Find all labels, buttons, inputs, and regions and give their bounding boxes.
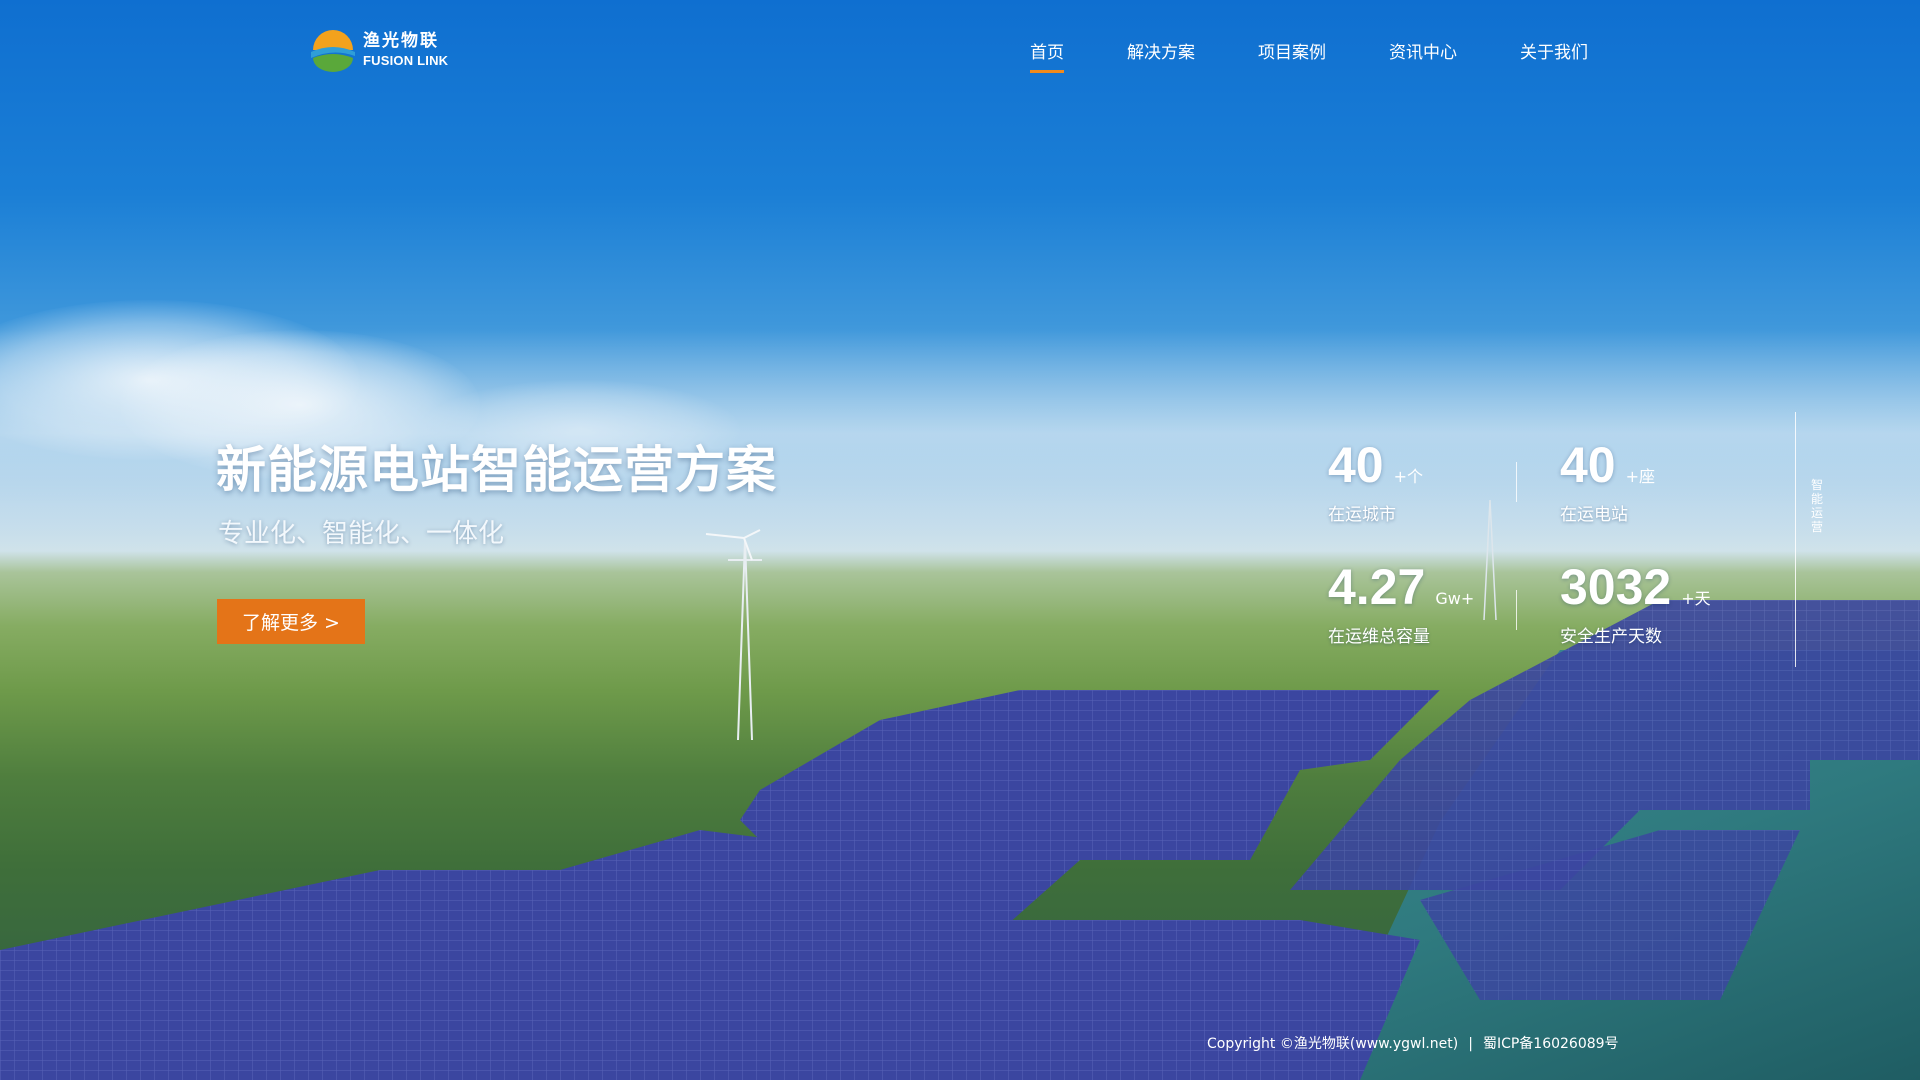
logo-name-en: FUSION LINK bbox=[363, 53, 449, 68]
nav-item-solutions[interactable]: 解决方案 bbox=[1127, 38, 1195, 63]
stat-divider bbox=[1516, 462, 1517, 502]
stat-label: 在运维总容量 bbox=[1328, 627, 1430, 647]
logo-icon bbox=[311, 30, 355, 72]
stat-label: 在运电站 bbox=[1560, 505, 1628, 525]
nav-item-home[interactable]: 首页 bbox=[1030, 38, 1064, 73]
logo-name-cn: 渔光物联 bbox=[363, 31, 439, 51]
side-label: 智能运营 bbox=[1810, 478, 1823, 534]
stat-stations: 40 +座 在运电站 bbox=[1560, 440, 1655, 525]
stat-value: 40 bbox=[1560, 437, 1616, 493]
icp-link[interactable]: 蜀ICP备16026089号 bbox=[1483, 1036, 1619, 1052]
hero-subtitle: 专业化、智能化、一体化 bbox=[218, 519, 505, 549]
hero-title: 新能源电站智能运营方案 bbox=[216, 441, 777, 499]
stat-unit: +天 bbox=[1681, 589, 1711, 608]
stat-label: 安全生产天数 bbox=[1560, 627, 1662, 647]
logo[interactable]: 渔光物联 FUSION LINK bbox=[309, 28, 448, 72]
nav-item-projects[interactable]: 项目案例 bbox=[1258, 38, 1326, 63]
stat-divider bbox=[1516, 590, 1517, 630]
stat-value: 3032 bbox=[1560, 559, 1672, 615]
stat-value: 40 bbox=[1328, 437, 1384, 493]
learn-more-button[interactable]: 了解更多 > bbox=[217, 599, 365, 644]
stat-label: 在运城市 bbox=[1328, 505, 1396, 525]
nav-item-about[interactable]: 关于我们 bbox=[1520, 38, 1588, 63]
main-nav: 首页 解决方案 项目案例 资讯中心 关于我们 bbox=[1030, 38, 1588, 73]
stat-safe-days: 3032 +天 安全生产天数 bbox=[1560, 562, 1711, 647]
side-divider-line bbox=[1795, 412, 1796, 667]
nav-item-news[interactable]: 资讯中心 bbox=[1389, 38, 1457, 63]
stat-unit: +座 bbox=[1625, 467, 1656, 486]
copyright-text: Copyright ©渔光物联(www.ygwl.net) bbox=[1207, 1036, 1459, 1052]
stat-capacity: 4.27 Gw+ 在运维总容量 bbox=[1328, 562, 1474, 647]
stat-cities: 40 +个 在运城市 bbox=[1328, 440, 1423, 525]
footer-separator: | bbox=[1468, 1036, 1473, 1052]
stat-value: 4.27 bbox=[1328, 559, 1426, 615]
stat-unit: Gw+ bbox=[1435, 589, 1475, 608]
stat-unit: +个 bbox=[1393, 467, 1424, 486]
footer: Copyright ©渔光物联(www.ygwl.net) | 蜀ICP备16026… bbox=[1207, 1033, 1619, 1053]
